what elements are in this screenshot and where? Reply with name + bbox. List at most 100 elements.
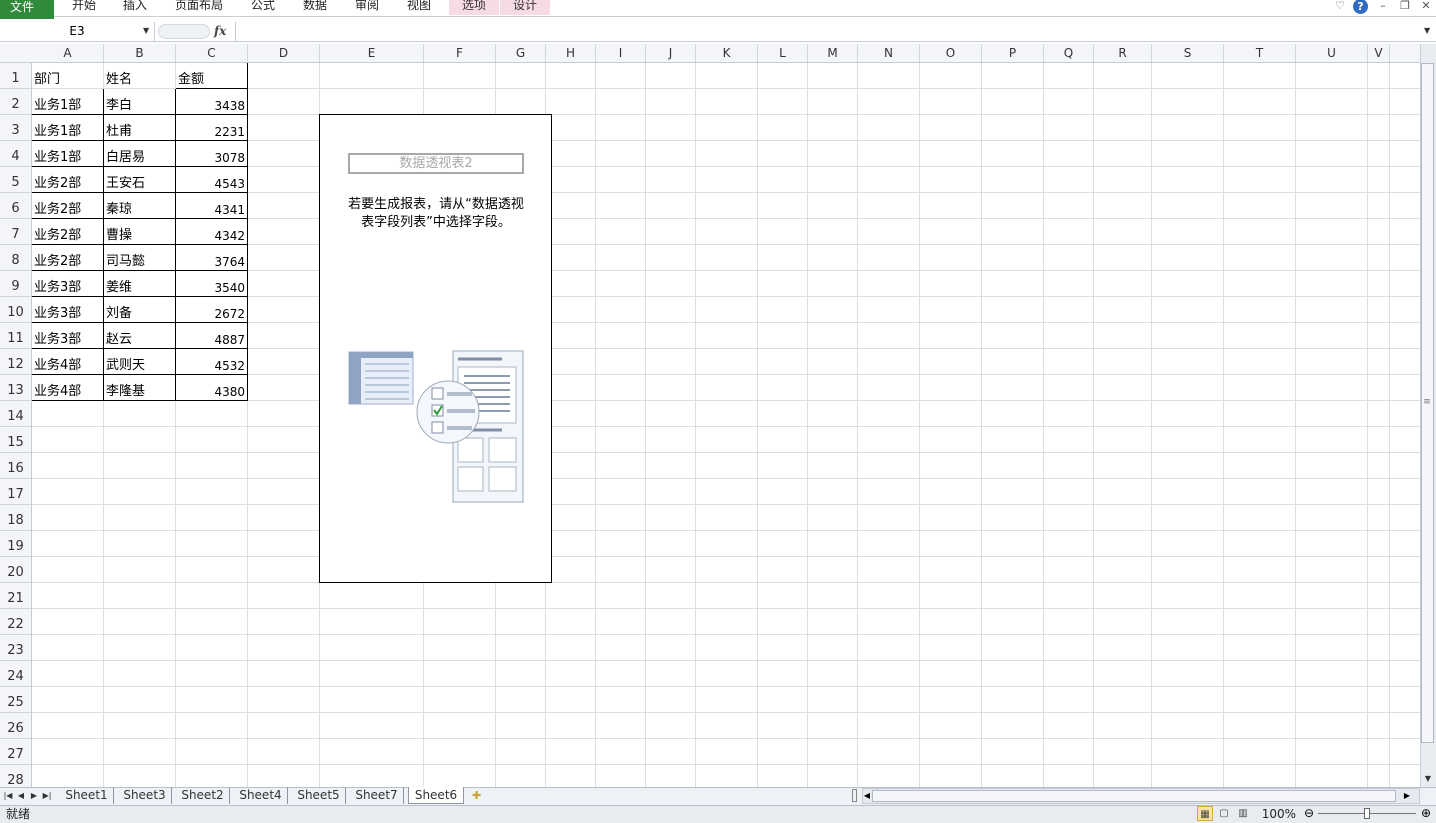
column-header-l[interactable]: L <box>758 44 808 62</box>
tab-pivot-design[interactable]: 设计 <box>500 0 550 15</box>
name-box[interactable]: E3 <box>0 22 155 41</box>
cell-b13[interactable]: 李隆基 <box>104 375 176 401</box>
row-header-20[interactable]: 20 <box>0 557 31 583</box>
cell-c11[interactable]: 4887 <box>176 323 248 349</box>
row-header-27[interactable]: 27 <box>0 739 31 765</box>
row-header-11[interactable]: 11 <box>0 323 31 349</box>
cell-b4[interactable]: 白居易 <box>104 141 176 167</box>
row-header-16[interactable]: 16 <box>0 453 31 479</box>
cell-c5[interactable]: 4543 <box>176 167 248 193</box>
cell-c3[interactable]: 2231 <box>176 115 248 141</box>
formula-expand-icon[interactable]: ▼ <box>1424 24 1434 38</box>
tab-view[interactable]: 视图 <box>399 0 439 15</box>
row-header-18[interactable]: 18 <box>0 505 31 531</box>
sheet-tab-sheet2[interactable]: Sheet2 <box>176 787 230 804</box>
column-header-i[interactable]: I <box>596 44 646 62</box>
cell-a2[interactable]: 业务1部 <box>32 89 104 115</box>
scroll-left-icon[interactable]: ◀ <box>862 789 872 802</box>
tab-data[interactable]: 数据 <box>295 0 335 15</box>
cell-b8[interactable]: 司马懿 <box>104 245 176 271</box>
row-header-19[interactable]: 19 <box>0 531 31 557</box>
cell-b6[interactable]: 秦琼 <box>104 193 176 219</box>
column-header-r[interactable]: R <box>1094 44 1152 62</box>
row-header-23[interactable]: 23 <box>0 635 31 661</box>
cell-c9[interactable]: 3540 <box>176 271 248 297</box>
cell-c1[interactable]: 金额 <box>176 63 248 89</box>
cell-a9[interactable]: 业务3部 <box>32 271 104 297</box>
minimize-ribbon-icon[interactable]: ♡ <box>1332 0 1348 14</box>
zoom-level[interactable]: 100% <box>1258 806 1296 822</box>
row-header-3[interactable]: 3 <box>0 115 31 141</box>
column-header-j[interactable]: J <box>646 44 696 62</box>
scroll-right-icon[interactable]: ▶ <box>1402 789 1412 802</box>
cell-b1[interactable]: 姓名 <box>104 63 176 89</box>
cell-c12[interactable]: 4532 <box>176 349 248 375</box>
zoom-slider-thumb[interactable] <box>1364 808 1370 819</box>
column-header-p[interactable]: P <box>982 44 1044 62</box>
row-header-15[interactable]: 15 <box>0 427 31 453</box>
cell-c6[interactable]: 4341 <box>176 193 248 219</box>
tab-formulas[interactable]: 公式 <box>243 0 283 15</box>
cell-a8[interactable]: 业务2部 <box>32 245 104 271</box>
row-header-13[interactable]: 13 <box>0 375 31 401</box>
insert-sheet-icon[interactable]: ✚ <box>472 789 490 802</box>
next-sheet-icon[interactable]: ▶ <box>28 789 40 802</box>
scroll-down-icon[interactable]: ▼ <box>1421 772 1435 785</box>
cell-c7[interactable]: 4342 <box>176 219 248 245</box>
sheet-tab-sheet3[interactable]: Sheet3 <box>118 787 172 804</box>
zoom-in-icon[interactable]: ⊕ <box>1419 806 1433 821</box>
cell-a5[interactable]: 业务2部 <box>32 167 104 193</box>
sheet-tab-sheet5[interactable]: Sheet5 <box>292 787 346 804</box>
cell-b2[interactable]: 李白 <box>104 89 176 115</box>
window-restore-icon[interactable]: ❐ <box>1397 0 1413 14</box>
window-minimize-icon[interactable]: – <box>1375 0 1391 14</box>
tab-page-layout[interactable]: 页面布局 <box>168 0 230 15</box>
cell-a10[interactable]: 业务3部 <box>32 297 104 323</box>
cell-b11[interactable]: 赵云 <box>104 323 176 349</box>
row-header-5[interactable]: 5 <box>0 167 31 193</box>
column-header-d[interactable]: D <box>248 44 320 62</box>
cell-c2[interactable]: 3438 <box>176 89 248 115</box>
row-header-12[interactable]: 12 <box>0 349 31 375</box>
insert-function-icon[interactable]: fx <box>214 22 234 41</box>
column-header-e[interactable]: E <box>320 44 424 62</box>
row-header-6[interactable]: 6 <box>0 193 31 219</box>
page-break-view-icon[interactable]: ▥ <box>1235 806 1251 821</box>
column-header-a[interactable]: A <box>32 44 104 62</box>
column-header-f[interactable]: F <box>424 44 496 62</box>
column-header-u[interactable]: U <box>1296 44 1368 62</box>
column-header-n[interactable]: N <box>858 44 920 62</box>
row-header-21[interactable]: 21 <box>0 583 31 609</box>
row-header-8[interactable]: 8 <box>0 245 31 271</box>
column-header-k[interactable]: K <box>696 44 758 62</box>
cell-a7[interactable]: 业务2部 <box>32 219 104 245</box>
tab-insert[interactable]: 插入 <box>115 0 155 15</box>
tab-review[interactable]: 审阅 <box>347 0 387 15</box>
row-header-10[interactable]: 10 <box>0 297 31 323</box>
row-header-22[interactable]: 22 <box>0 609 31 635</box>
cell-b10[interactable]: 刘备 <box>104 297 176 323</box>
row-header-25[interactable]: 25 <box>0 687 31 713</box>
row-header-24[interactable]: 24 <box>0 661 31 687</box>
cell-c8[interactable]: 3764 <box>176 245 248 271</box>
row-header-9[interactable]: 9 <box>0 271 31 297</box>
cell-a6[interactable]: 业务2部 <box>32 193 104 219</box>
worksheet-grid[interactable]: 部门 姓名 金额 业务1部 李白 3438 业务1部 杜甫 2231 业务1部 白居易 3078 业务2… <box>32 63 1420 787</box>
name-box-dropdown-icon[interactable]: ▼ <box>143 24 153 38</box>
last-sheet-icon[interactable]: ▶| <box>41 789 53 802</box>
cell-b5[interactable]: 王安石 <box>104 167 176 193</box>
first-sheet-icon[interactable]: |◀ <box>2 789 14 802</box>
horizontal-scroll-thumb[interactable] <box>872 790 1396 802</box>
file-tab[interactable]: 文件 <box>0 0 54 19</box>
formula-input[interactable] <box>235 22 1420 41</box>
tab-home[interactable]: 开始 <box>64 0 104 15</box>
cell-a13[interactable]: 业务4部 <box>32 375 104 401</box>
cell-b12[interactable]: 武则天 <box>104 349 176 375</box>
cell-a1[interactable]: 部门 <box>32 63 104 89</box>
column-header-t[interactable]: T <box>1224 44 1296 62</box>
column-header-c[interactable]: C <box>176 44 248 62</box>
pivot-table-placeholder[interactable] <box>319 114 552 583</box>
sheet-tab-sheet4[interactable]: Sheet4 <box>234 787 288 804</box>
cell-a12[interactable]: 业务4部 <box>32 349 104 375</box>
cell-c4[interactable]: 3078 <box>176 141 248 167</box>
